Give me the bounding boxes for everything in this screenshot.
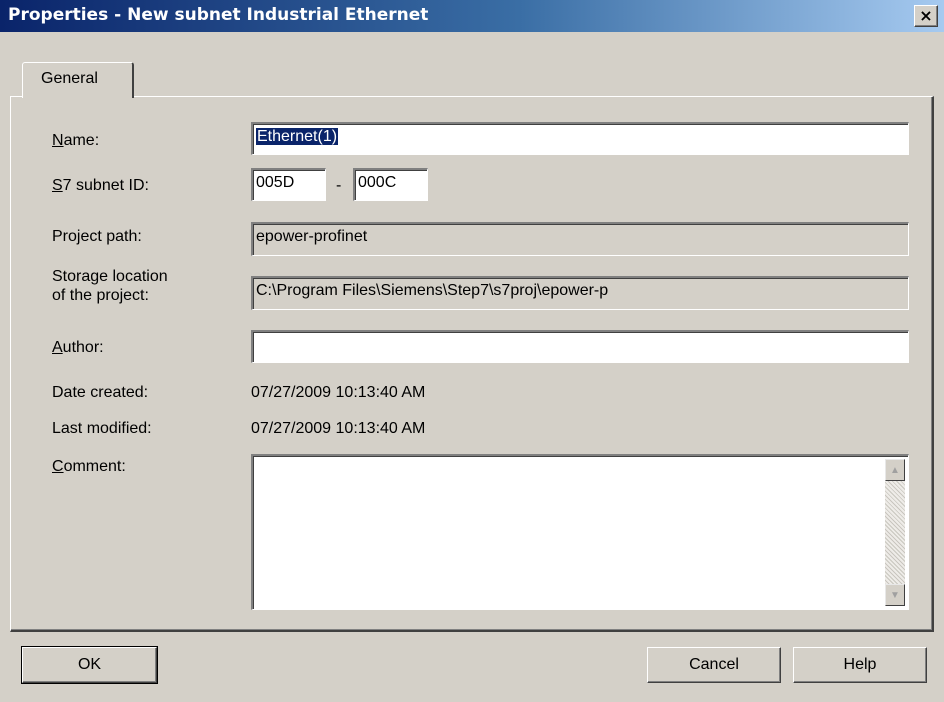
help-button[interactable]: Help [793,647,927,683]
cancel-button-label: Cancel [689,656,739,673]
tab-panel-general [10,96,934,632]
window-title: Properties - New subnet Industrial Ether… [8,5,429,25]
close-button[interactable]: × [914,5,938,27]
close-icon: × [919,6,933,25]
title-bar: Properties - New subnet Industrial Ether… [0,0,944,32]
cancel-button[interactable]: Cancel [647,647,781,683]
help-button-label: Help [843,656,877,673]
tab-general[interactable]: General [22,62,134,98]
tab-general-label: General [41,70,98,87]
ok-button-label: OK [77,656,102,673]
ok-button[interactable]: OK [21,646,158,684]
